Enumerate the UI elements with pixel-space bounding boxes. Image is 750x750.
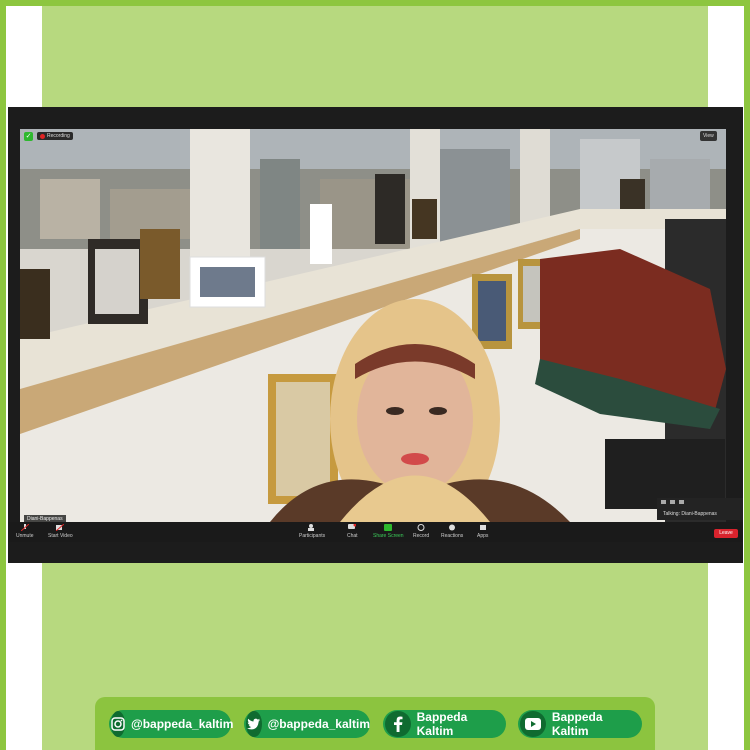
share-screen-icon: [384, 524, 393, 531]
start-video-label: Start Video: [48, 533, 73, 539]
speaker-panel-icons: [657, 498, 743, 506]
instagram-icon: [111, 711, 125, 737]
facebook-icon: [385, 711, 411, 737]
facebook-pill[interactable]: Bappeda Kaltim: [383, 710, 506, 738]
start-video-button[interactable]: Start Video: [48, 524, 73, 539]
instagram-pill[interactable]: @bappeda_kaltim: [109, 710, 234, 738]
view-button[interactable]: View: [700, 131, 717, 141]
instagram-handle: @bappeda_kaltim: [131, 717, 234, 731]
twitter-pill[interactable]: @bappeda_kaltim: [244, 710, 370, 738]
youtube-channel: Bappeda Kaltim: [551, 710, 603, 738]
share-screen-button[interactable]: Share Screen: [373, 524, 404, 539]
participants-button[interactable]: Participants: [299, 524, 325, 539]
chat-icon: [348, 524, 357, 529]
chat-button[interactable]: Chat: [347, 524, 358, 539]
youtube-pill[interactable]: Bappeda Kaltim: [518, 710, 642, 738]
unmute-button[interactable]: Unmute: [16, 524, 34, 539]
reactions-button[interactable]: Reactions: [441, 524, 463, 539]
leave-button[interactable]: Leave: [714, 529, 738, 538]
record-button[interactable]: Record: [413, 524, 429, 539]
layout-icon[interactable]: [670, 500, 675, 504]
shield-icon[interactable]: ✓: [24, 131, 33, 141]
chat-label: Chat: [347, 533, 358, 539]
active-speaker-panel: Talking: Diani-Bappenas: [657, 498, 743, 520]
facebook-page: Bappeda Kaltim: [416, 710, 468, 738]
youtube-icon: [520, 711, 546, 737]
twitter-handle: @bappeda_kaltim: [267, 717, 370, 731]
reactions-label: Reactions: [441, 533, 464, 539]
recording-label: Recording: [47, 133, 70, 139]
right-border: [744, 0, 750, 750]
share-screen-label: Share Screen: [373, 533, 404, 539]
camera-off-icon: [56, 524, 65, 531]
record-icon: [417, 524, 425, 531]
apps-icon: [479, 525, 486, 530]
apps-button[interactable]: Apps: [477, 524, 488, 539]
meeting-status: ✓ Recording: [24, 131, 73, 141]
unmute-label: Unmute: [16, 533, 34, 539]
apps-label: Apps: [477, 533, 489, 539]
video-scene: [20, 129, 726, 522]
microphone-muted-icon: [20, 524, 29, 531]
twitter-icon: [246, 711, 262, 737]
record-label: Record: [413, 533, 430, 539]
participants-icon: [308, 524, 315, 531]
talking-indicator: Talking: Diani-Bappenas: [663, 511, 717, 517]
grid-icon[interactable]: [679, 500, 684, 504]
reactions-icon: [449, 524, 456, 531]
participants-label: Participants: [299, 533, 326, 539]
record-dot-icon: [40, 133, 45, 139]
recording-badge[interactable]: Recording: [37, 132, 73, 140]
video-feed: [20, 129, 726, 522]
left-border: [0, 0, 6, 750]
minimize-icon[interactable]: [661, 500, 666, 504]
